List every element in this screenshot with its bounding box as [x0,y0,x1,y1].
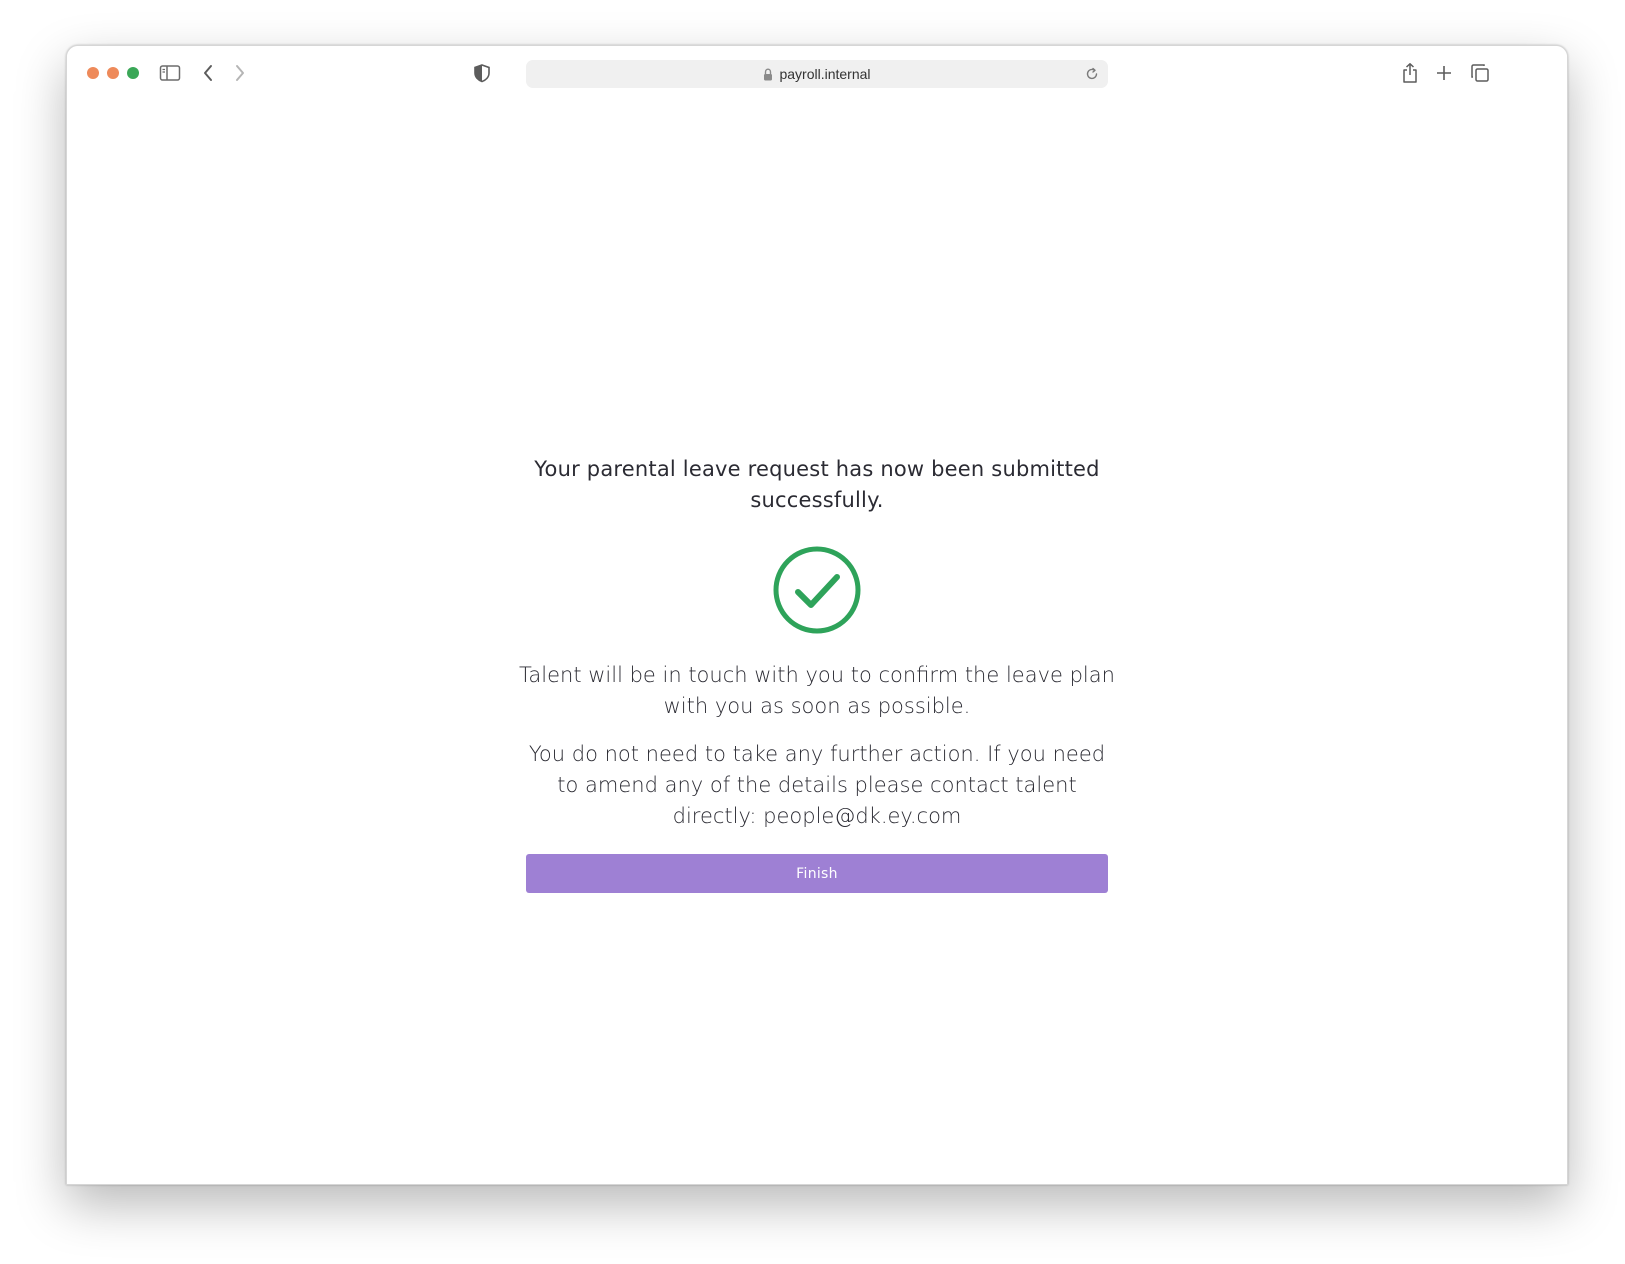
lock-icon [763,67,773,81]
close-window-button[interactable] [87,67,99,79]
plus-icon[interactable] [1431,60,1457,86]
chevron-right-icon[interactable] [227,60,253,86]
maximize-window-button[interactable] [127,67,139,79]
page-content: Your parental leave request has now been… [67,102,1567,1184]
share-icon[interactable] [1397,60,1423,86]
sidebar-toggle-icon[interactable] [157,60,183,86]
confirmation-message: Talent will be in touch with you to conf… [519,663,1115,718]
url-text: payroll.internal [779,66,871,82]
contact-message: You do not need to take any further acti… [528,742,1106,828]
browser-window: payroll.internal Your parental leave req… [66,45,1568,1185]
browser-toolbar: payroll.internal [67,46,1567,102]
reload-icon[interactable] [1084,66,1100,82]
shield-icon[interactable] [469,60,495,86]
tab-overview-icon[interactable] [1467,60,1493,86]
finish-button[interactable]: Finish [526,854,1108,893]
confirmation-panel: Your parental leave request has now been… [512,454,1122,893]
confirmation-heading: Your parental leave request has now been… [534,457,1100,512]
checkmark-circle-icon [771,544,863,636]
chevron-left-icon[interactable] [195,60,221,86]
minimize-window-button[interactable] [107,67,119,79]
address-bar[interactable]: payroll.internal [526,60,1108,88]
